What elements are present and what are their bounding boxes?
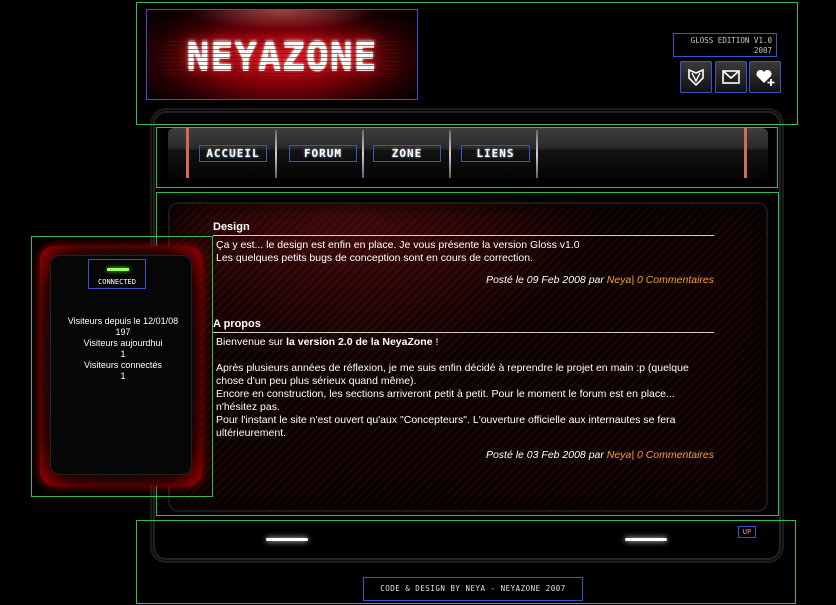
heart-plus-icon <box>756 69 775 86</box>
article-apropos: A propos Bienvenue sur la version 2.0 de… <box>213 318 714 461</box>
article-line: Ça y est... le design est enfin en place… <box>216 239 580 251</box>
nav-edge-left <box>186 128 189 178</box>
edition-year: 2007 <box>753 46 772 55</box>
post-date: Posté le 03 Feb 2008 par <box>485 449 604 461</box>
shield-icon <box>688 68 704 87</box>
mail-button[interactable] <box>715 61 747 93</box>
nav-item-liens[interactable]: LIENS <box>461 145 530 162</box>
footer-light <box>266 538 308 541</box>
article-title: Design <box>213 221 714 236</box>
comments-link[interactable]: 0 Commentaires <box>637 274 714 286</box>
nav-edge-right <box>744 128 747 178</box>
stat-label: Visiteurs connectés <box>84 360 162 370</box>
nav-separator <box>275 130 277 178</box>
footer-credit: CODE & DESIGN BY NEYA - NEYAZONE 2007 <box>363 577 583 601</box>
nav-separator <box>362 130 364 178</box>
article-meta: Posté le 09 Feb 2008 par Neya| 0 Comment… <box>213 274 714 286</box>
site-logo[interactable]: NEYAZONE <box>146 9 418 100</box>
article-paragraph: Après plusieurs années de réflexion, je … <box>216 362 689 387</box>
favorite-button[interactable] <box>749 61 781 93</box>
article-paragraph: Pour l'instant le site n'est ouvert qu'a… <box>216 414 676 439</box>
stat-value: 1 <box>120 371 126 381</box>
footer-light <box>625 538 667 541</box>
article-title: A propos <box>213 318 714 333</box>
post-date: Posté le 09 Feb 2008 par <box>485 274 604 286</box>
visitor-stats: Visiteurs depuis le 12/01/08 197 Visiteu… <box>50 316 196 382</box>
author-link[interactable]: Neya <box>607 449 632 461</box>
article-body: Bienvenue sur la version 2.0 de la NeyaZ… <box>213 336 714 440</box>
connected-label: CONNECTED <box>98 278 136 286</box>
nav-item-forum[interactable]: FORUM <box>289 145 357 162</box>
article-line: Les quelques petits bugs de conception s… <box>216 252 533 264</box>
logo-glow <box>187 10 377 30</box>
stat-value: 1 <box>120 349 126 359</box>
connected-indicator: CONNECTED <box>88 259 146 289</box>
stat-label: Visiteurs depuis le 12/01/08 <box>67 316 179 326</box>
nav-separator <box>449 130 451 178</box>
nav-item-accueil[interactable]: ACCUEIL <box>199 145 267 162</box>
article-paragraph: Encore en construction, les sections arr… <box>216 388 675 413</box>
mail-icon <box>722 70 740 84</box>
nav-item-zone[interactable]: ZONE <box>373 145 441 162</box>
stat-label: Visiteurs aujourdhui <box>83 338 163 348</box>
logo-text: NEYAZONE <box>147 34 417 78</box>
nav-separator <box>536 130 538 178</box>
status-led-icon <box>107 268 129 271</box>
article-meta: Posté le 03 Feb 2008 par Neya| 0 Comment… <box>213 449 714 461</box>
article-body: Ça y est... le design est enfin en place… <box>213 239 714 265</box>
edition-label: GLOSS EDITION V1.0 <box>690 36 772 45</box>
meta-separator: | <box>631 449 635 461</box>
intro-end: ! <box>435 336 439 348</box>
author-link[interactable]: Neya <box>607 274 632 286</box>
stat-value: 197 <box>115 327 131 337</box>
intro-text: Bienvenue sur <box>216 336 284 348</box>
meta-separator: | <box>631 274 635 286</box>
scroll-up-button[interactable]: UP <box>738 526 756 538</box>
edition-badge: GLOSS EDITION V1.0 2007 <box>673 33 777 57</box>
article-intro: Bienvenue sur la version 2.0 de la NeyaZ… <box>216 336 714 349</box>
article-design: Design Ça y est... le design est enfin e… <box>213 221 714 286</box>
comments-link[interactable]: 0 Commentaires <box>637 449 714 461</box>
intro-bold: la version 2.0 de la NeyaZone <box>286 336 433 348</box>
shield-button[interactable] <box>680 61 712 93</box>
